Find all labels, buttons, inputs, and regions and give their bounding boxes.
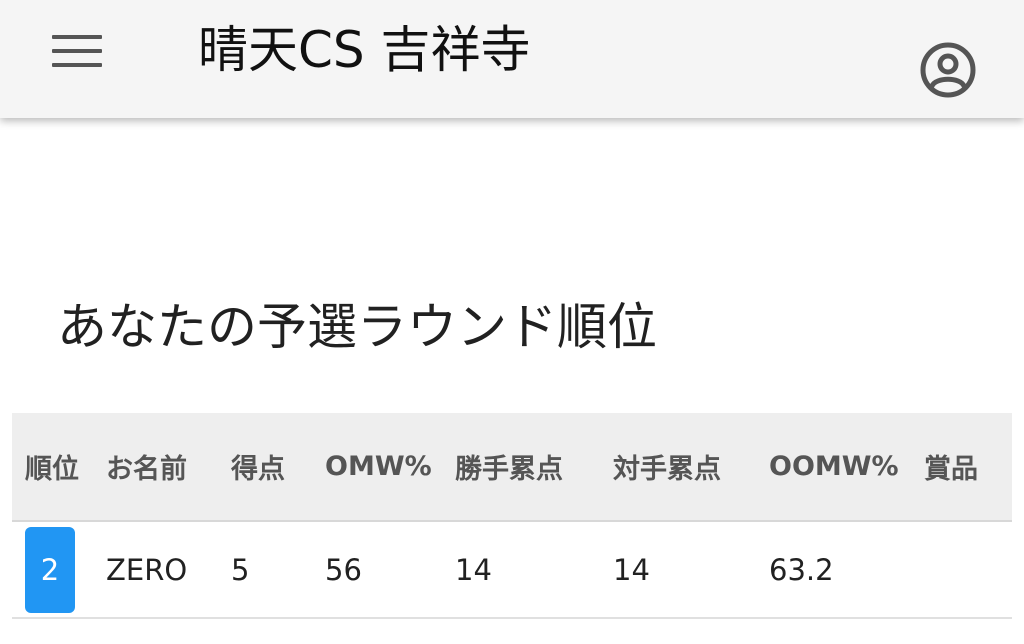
cell-opponent-cumulative: 14: [613, 552, 650, 587]
cell-oomw: 63.2: [769, 552, 834, 587]
column-header-prize[interactable]: 賞品: [924, 413, 1012, 522]
rank-badge: 2: [25, 526, 75, 613]
column-header-oomw[interactable]: OOMW%: [769, 413, 924, 522]
column-header-points[interactable]: 得点: [231, 413, 325, 522]
cell-points: 5: [231, 552, 250, 587]
column-header-rank[interactable]: 順位: [12, 413, 106, 522]
ranking-table: 順位 お名前 得点 OMW% 勝手累点 対手累点 OOMW% 賞品 2 ZERO…: [12, 413, 1012, 619]
cell-prize: [924, 521, 1012, 618]
column-header-opponent-cumulative[interactable]: 対手累点: [613, 413, 769, 522]
hamburger-menu-icon[interactable]: [52, 35, 102, 67]
section-title: あなたの予選ラウンド順位: [57, 298, 657, 356]
cell-win-cumulative: 14: [455, 552, 492, 587]
app-bar: 晴天CS 吉祥寺: [0, 0, 1024, 118]
table-header-row: 順位 お名前 得点 OMW% 勝手累点 対手累点 OOMW% 賞品: [12, 413, 1012, 522]
table-row[interactable]: 2 ZERO 5 56 14 14 63.2: [12, 521, 1012, 618]
cell-name: ZERO: [106, 552, 188, 587]
app-title: 晴天CS 吉祥寺: [198, 21, 531, 79]
account-circle-icon[interactable]: [919, 41, 977, 99]
column-header-omw[interactable]: OMW%: [325, 413, 455, 522]
column-header-name[interactable]: お名前: [106, 413, 231, 522]
cell-omw: 56: [325, 552, 362, 587]
column-header-win-cumulative[interactable]: 勝手累点: [455, 413, 613, 522]
